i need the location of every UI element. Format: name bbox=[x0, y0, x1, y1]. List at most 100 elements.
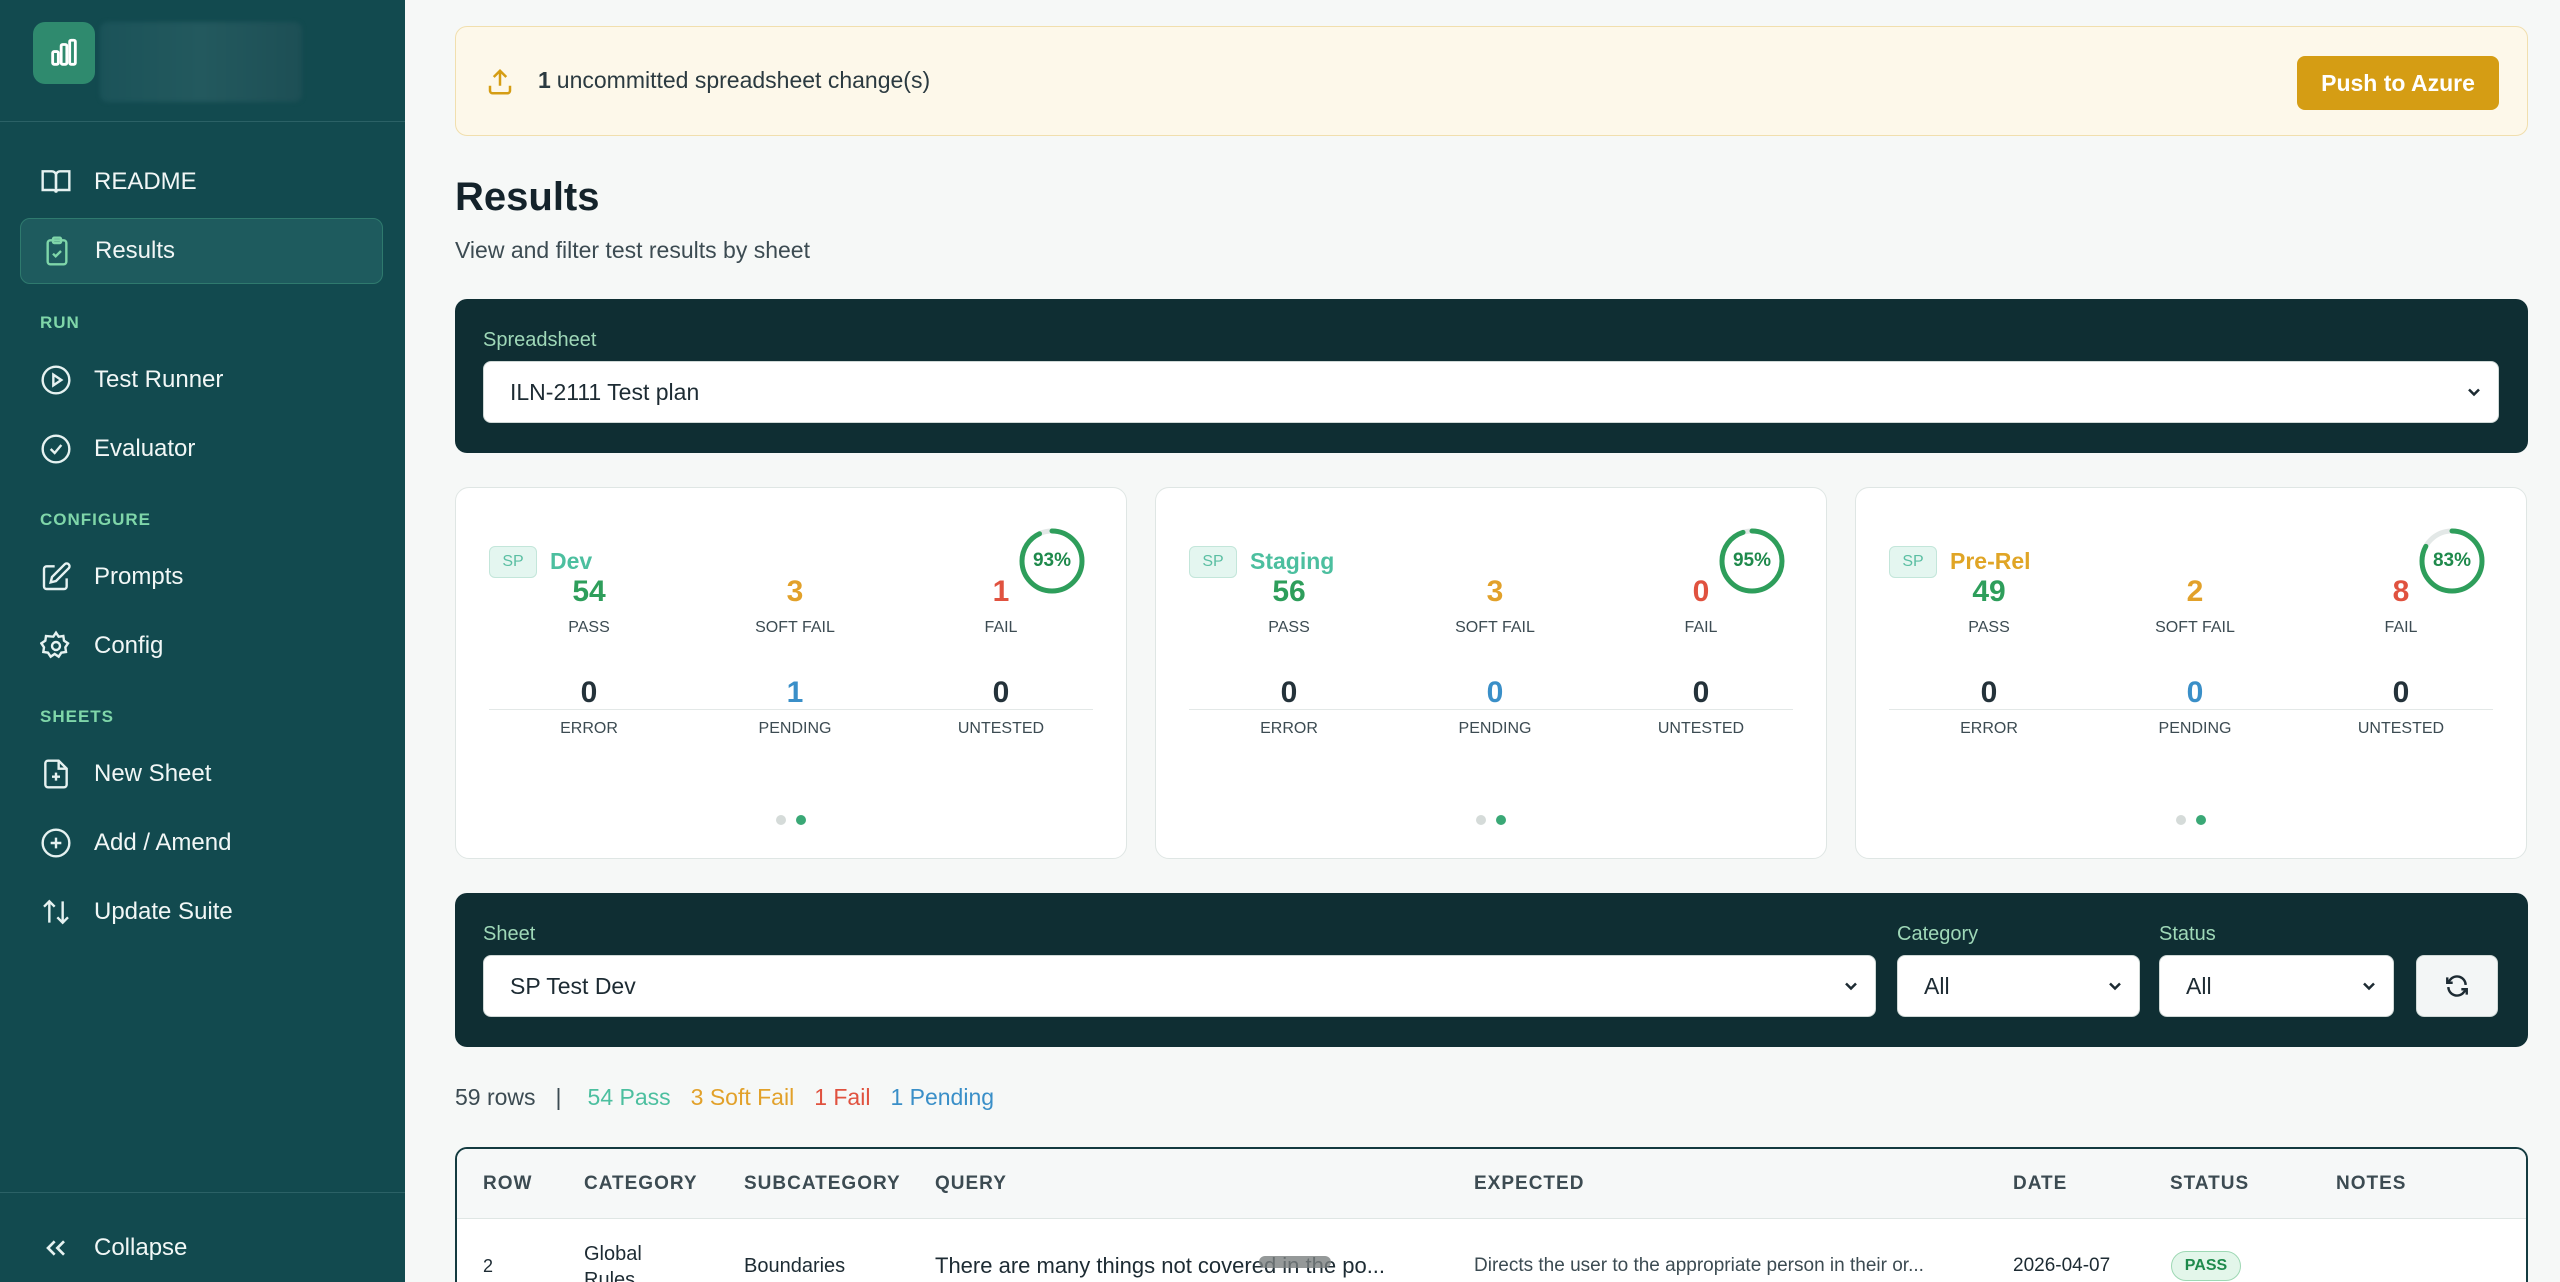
sidebar-item-test-runner[interactable]: Test Runner bbox=[20, 347, 383, 413]
sidebar-item-update-suite[interactable]: Update Suite bbox=[20, 879, 383, 945]
cell-date: 2026-04-07 bbox=[2013, 1255, 2111, 1276]
stat-value: 1 bbox=[992, 575, 1010, 608]
summary-pass[interactable]: 54 Pass bbox=[588, 1084, 671, 1111]
stat-untested: 0 UNTESTED bbox=[901, 676, 1101, 738]
carousel-dot-1[interactable] bbox=[776, 815, 786, 825]
carousel-dots bbox=[456, 815, 1126, 825]
cell-category: Global Rules bbox=[584, 1243, 642, 1282]
horizontal-scrollbar[interactable] bbox=[1259, 1256, 1331, 1268]
stat-pending: 0 PENDING bbox=[1395, 676, 1595, 738]
stat-value: 56 bbox=[1272, 575, 1306, 608]
results-summary: 59 rows | 54 Pass 3 Soft Fail 1 Fail 1 P… bbox=[455, 1084, 1014, 1111]
col-subcategory[interactable]: SUBCATEGORY bbox=[744, 1173, 901, 1195]
env-card-dev[interactable]: SP Dev 93% 54 PASS 3 SOFT FAIL 1 FAIL 0 ERROR 1 PEND… bbox=[455, 487, 1127, 859]
page-subtitle: View and filter test results by sheet bbox=[455, 237, 810, 263]
sidebar-item-add-amend[interactable]: Add / Amend bbox=[20, 810, 383, 876]
sidebar-item-config[interactable]: Config bbox=[20, 613, 383, 679]
carousel-dots bbox=[1856, 815, 2526, 825]
stat-value: 0 bbox=[992, 676, 1010, 709]
carousel-dot-2[interactable] bbox=[2196, 815, 2206, 825]
stat-untested: 0 UNTESTED bbox=[1601, 676, 1801, 738]
summary-pending[interactable]: 1 Pending bbox=[890, 1084, 994, 1111]
collapse-label: Collapse bbox=[94, 1234, 188, 1261]
col-query[interactable]: QUERY bbox=[935, 1173, 1007, 1195]
stat-value: 8 bbox=[2392, 575, 2410, 608]
card-divider bbox=[489, 709, 1093, 710]
stat-label: UNTESTED bbox=[2357, 720, 2445, 737]
push-to-azure-button[interactable]: Push to Azure bbox=[2297, 56, 2499, 110]
stat-value: 0 bbox=[1486, 676, 1504, 709]
stat-label: FAIL bbox=[984, 619, 1018, 636]
card-divider bbox=[1889, 709, 2493, 710]
brand bbox=[0, 0, 405, 122]
stat-value: 0 bbox=[1980, 676, 1998, 709]
stat-value: 1 bbox=[786, 676, 804, 709]
category-value: All bbox=[1924, 972, 1950, 999]
stat-label: PENDING bbox=[758, 720, 832, 737]
carousel-dots bbox=[1156, 815, 1826, 825]
gear-icon bbox=[40, 630, 70, 659]
summary-separator: | bbox=[555, 1084, 562, 1110]
category-label: Category bbox=[1897, 923, 1979, 945]
carousel-dot-1[interactable] bbox=[1476, 815, 1486, 825]
stat-value: 2 bbox=[2186, 575, 2204, 608]
chart-logo-icon[interactable] bbox=[33, 22, 95, 84]
col-status[interactable]: STATUS bbox=[2170, 1173, 2249, 1195]
status-select[interactable]: All bbox=[2159, 955, 2394, 1017]
env-badge: SP bbox=[1189, 546, 1237, 578]
stat-soft-fail: 2 SOFT FAIL bbox=[2095, 575, 2295, 637]
category-select[interactable]: All bbox=[1897, 955, 2140, 1017]
summary-soft-fail[interactable]: 3 Soft Fail bbox=[691, 1084, 795, 1111]
col-date[interactable]: DATE bbox=[2013, 1173, 2067, 1195]
stat-pass: 56 PASS bbox=[1189, 575, 1389, 637]
carousel-dot-2[interactable] bbox=[1496, 815, 1506, 825]
stat-label: FAIL bbox=[1684, 619, 1718, 636]
summary-rows: 59 rows bbox=[455, 1084, 536, 1110]
env-card-staging[interactable]: SP Staging 95% 56 PASS 3 SOFT FAIL 0 FAIL 0 ERROR 0… bbox=[1155, 487, 1827, 859]
col-category[interactable]: CATEGORY bbox=[584, 1173, 698, 1195]
stat-pending: 1 PENDING bbox=[695, 676, 895, 738]
carousel-dot-1[interactable] bbox=[2176, 815, 2186, 825]
stat-value: 0 bbox=[1280, 676, 1298, 709]
sidebar-item-readme[interactable]: README bbox=[20, 149, 383, 215]
stat-label: PENDING bbox=[2158, 720, 2232, 737]
col-expected[interactable]: EXPECTED bbox=[1474, 1173, 1584, 1195]
env-card-pre-rel[interactable]: SP Pre-Rel 83% 49 PASS 2 SOFT FAIL 8 FAIL 0 ERROR 0… bbox=[1855, 487, 2527, 859]
stat-pass: 49 PASS bbox=[1889, 575, 2089, 637]
col-notes[interactable]: NOTES bbox=[2336, 1173, 2406, 1195]
cell-subcategory: Boundaries bbox=[744, 1255, 846, 1277]
uncommitted-changes-banner: 1 uncommitted spreadsheet change(s) Push … bbox=[455, 26, 2528, 136]
cell-expected: Directs the user to the appropriate pers… bbox=[1474, 1255, 1924, 1276]
sidebar-item-results[interactable]: Results bbox=[20, 218, 383, 284]
play-circle-icon bbox=[41, 365, 71, 395]
summary-fail[interactable]: 1 Fail bbox=[814, 1084, 870, 1111]
section-configure: CONFIGURE bbox=[40, 510, 151, 529]
col-row[interactable]: ROW bbox=[483, 1173, 532, 1195]
stat-pass: 54 PASS bbox=[489, 575, 689, 637]
env-badge: SP bbox=[489, 546, 537, 578]
sidebar-item-prompts[interactable]: Prompts bbox=[20, 544, 383, 610]
stat-error: 0 ERROR bbox=[1189, 676, 1389, 738]
collapse-button[interactable]: Collapse bbox=[20, 1215, 383, 1281]
chevrons-left-icon bbox=[46, 1240, 65, 1256]
sidebar-item-new-sheet[interactable]: New Sheet bbox=[20, 741, 383, 807]
sidebar-item-label: Config bbox=[94, 632, 164, 659]
stat-value: 54 bbox=[572, 575, 606, 608]
sheet-select[interactable]: SP Test Dev bbox=[483, 955, 1876, 1017]
sidebar-item-label: README bbox=[94, 168, 197, 195]
refresh-button[interactable] bbox=[2416, 955, 2498, 1017]
table-header: ROW CATEGORY SUBCATEGORY QUERY EXPECTED … bbox=[457, 1149, 2526, 1219]
card-divider bbox=[1189, 709, 1793, 710]
stat-label: ERROR bbox=[560, 720, 618, 737]
stat-pending: 0 PENDING bbox=[2095, 676, 2295, 738]
stat-error: 0 ERROR bbox=[489, 676, 689, 738]
sidebar-item-label: Test Runner bbox=[94, 366, 224, 393]
env-name: Pre-Rel bbox=[1950, 548, 2031, 574]
spreadsheet-panel: Spreadsheet ILN-2111 Test plan bbox=[455, 299, 2528, 453]
carousel-dot-2[interactable] bbox=[796, 815, 806, 825]
banner-text: 1 uncommitted spreadsheet change(s) bbox=[538, 67, 930, 94]
stat-value: 0 bbox=[2392, 676, 2410, 709]
spreadsheet-select[interactable]: ILN-2111 Test plan bbox=[483, 361, 2499, 423]
sidebar-item-evaluator[interactable]: Evaluator bbox=[20, 416, 383, 482]
stat-label: ERROR bbox=[1960, 720, 2018, 737]
